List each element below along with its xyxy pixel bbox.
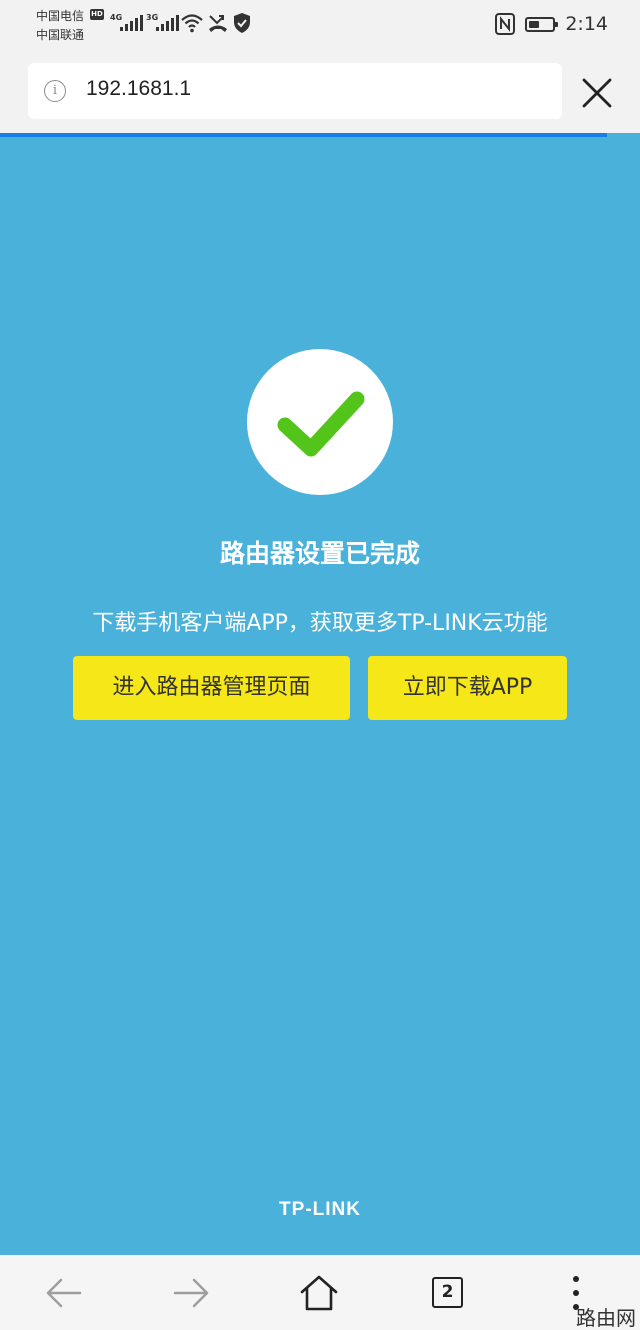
forward-arrow-icon[interactable] (171, 1273, 211, 1313)
shield-icon (234, 13, 250, 33)
tabs-button[interactable]: 2 (432, 1277, 463, 1308)
url-field[interactable]: i 192.1681.1 (28, 63, 562, 119)
download-app-button[interactable]: 立即下载APP (368, 656, 567, 720)
home-icon[interactable] (299, 1273, 339, 1313)
wifi-icon (181, 14, 203, 33)
success-badge (247, 349, 393, 495)
hd-badge: HD (90, 9, 104, 20)
status-right: 2:14 (495, 12, 608, 36)
status-bar: 中国电信 中国联通 HD 4G 3G 2:14 (0, 0, 640, 50)
missed-call-icon (209, 15, 227, 32)
battery-icon (525, 16, 559, 32)
page-subtitle: 下载手机客户端APP，获取更多TP-LINK云功能 (92, 611, 548, 636)
carrier-1: 中国电信 (36, 9, 85, 23)
watermark: 路由网 (576, 1306, 636, 1330)
checkmark-icon (277, 391, 365, 457)
clock: 2:14 (565, 13, 608, 35)
address-bar: i 192.1681.1 (0, 50, 640, 133)
close-icon[interactable] (578, 74, 616, 112)
page-content: 路由器设置已完成 下载手机客户端APP，获取更多TP-LINK云功能 进入路由器… (0, 137, 640, 1255)
carrier-2: 中国联通 (36, 28, 85, 42)
info-icon[interactable]: i (44, 80, 66, 102)
url-text[interactable]: 192.1681.1 (86, 77, 191, 101)
nfc-icon (495, 13, 516, 35)
page-title: 路由器设置已完成 (219, 539, 420, 568)
enter-router-admin-button[interactable]: 进入路由器管理页面 (73, 656, 350, 720)
brand-logo: TP-LINK (279, 1199, 361, 1220)
bottom-nav: 2 (0, 1255, 640, 1330)
carrier-labels: 中国电信 中国联通 (36, 7, 84, 45)
back-arrow-icon[interactable] (44, 1273, 84, 1313)
